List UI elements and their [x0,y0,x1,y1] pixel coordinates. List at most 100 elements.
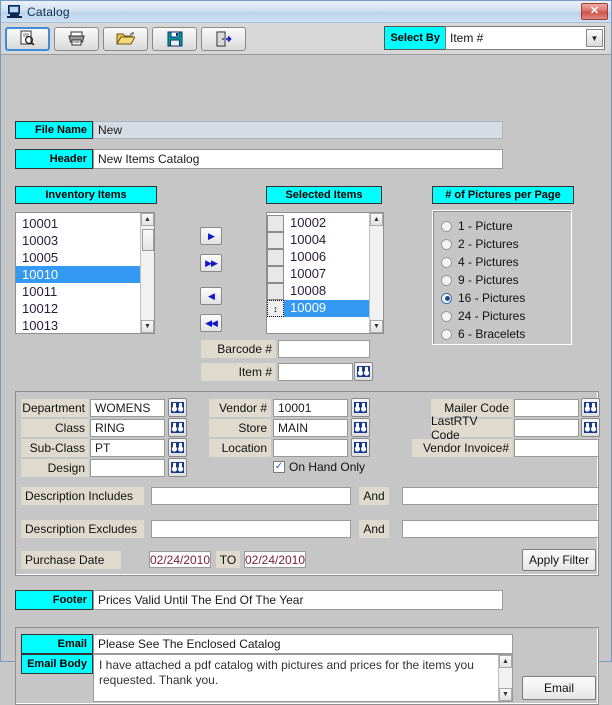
apply-filter-button[interactable]: Apply Filter [522,549,596,571]
department-field[interactable]: WOMENS [90,399,165,417]
inventory-items-list[interactable]: 10001 10003 10005 10010 10011 10012 10013 ▲ ▼ [15,212,155,334]
selected-list-item[interactable]: 10006 [267,249,383,266]
toolbar: Select By Item # ▼ [1,23,611,55]
barcode-field[interactable] [278,340,370,358]
radio-button-icon[interactable] [441,310,452,322]
inventory-list-item[interactable]: 10012 [16,300,154,317]
pictures-per-page-option-label: 4 - Pictures [458,255,519,269]
file-name-field[interactable]: New [93,121,503,139]
vendor-number-lookup-button[interactable] [351,398,370,417]
sub-class-field[interactable]: PT [90,439,165,457]
open-folder-icon [116,31,135,44]
binoculars-icon [354,422,367,433]
item-number-lookup-button[interactable] [354,362,373,381]
row-handle-icon[interactable] [267,232,284,249]
selected-list-item[interactable]: ↕ 10009 [267,300,383,317]
inventory-list-item[interactable]: 10011 [16,283,154,300]
radio-button-icon[interactable] [441,292,452,304]
store-lookup-button[interactable] [351,418,370,437]
pictures-per-page-option[interactable]: 1 - Picture [441,217,571,235]
inventory-scrollbar[interactable]: ▲ ▼ [140,213,154,333]
row-handle-icon[interactable] [267,283,284,300]
pictures-per-page-option[interactable]: 9 - Pictures [441,271,571,289]
open-button[interactable] [103,26,148,51]
exit-button[interactable] [201,26,246,51]
inventory-list-item[interactable]: 10005 [16,249,154,266]
email-body-field[interactable]: I have attached a pdf catalog with pictu… [93,654,513,702]
email-subject-field[interactable]: Please See The Enclosed Catalog [93,634,513,654]
radio-button-icon[interactable] [441,238,452,250]
purchase-date-to-field[interactable]: 02/24/2010 [244,551,306,568]
class-lookup-button[interactable] [168,418,187,437]
selected-list-item[interactable]: 10004 [267,232,383,249]
sub-class-lookup-button[interactable] [168,438,187,457]
binoculars-icon [171,442,184,453]
transfer-button-group: ▶ ▶▶ ◀ ◀◀ [200,227,222,332]
inventory-list-item[interactable]: 10010 [16,266,154,283]
selected-list-item[interactable]: 10007 [267,266,383,283]
store-field[interactable]: MAIN [273,419,348,437]
chevron-down-icon[interactable]: ▼ [586,29,603,47]
class-field[interactable]: RING [90,419,165,437]
row-handle-icon[interactable] [267,215,284,232]
pictures-per-page-option[interactable]: 2 - Pictures [441,235,571,253]
vendor-invoice-label: Vendor Invoice# [412,439,513,457]
design-lookup-button[interactable] [168,458,187,477]
store-label: Store [209,419,271,437]
print-button[interactable] [54,26,99,51]
header-field[interactable]: New Items Catalog [93,149,503,169]
move-all-right-button[interactable]: ▶▶ [200,254,222,272]
scroll-thumb[interactable] [142,229,154,251]
radio-button-icon[interactable] [441,256,452,268]
inventory-list-item[interactable]: 10013 [16,317,154,333]
vendor-invoice-field[interactable] [514,439,599,457]
radio-button-icon[interactable] [441,220,452,232]
scroll-down-icon[interactable]: ▼ [370,320,383,333]
drag-handle-icon[interactable]: ↕ [267,300,284,317]
pictures-per-page-option[interactable]: 4 - Pictures [441,253,571,271]
email-button[interactable]: Email [522,676,596,700]
mailer-code-field[interactable] [514,399,579,417]
inventory-list-item[interactable]: 10003 [16,232,154,249]
binoculars-icon [171,422,184,433]
design-field[interactable] [90,459,165,477]
move-all-left-button[interactable]: ◀◀ [200,314,222,332]
description-includes-field-2[interactable] [402,487,599,505]
pictures-per-page-option[interactable]: 6 - Bracelets [441,325,571,343]
description-excludes-field-1[interactable] [151,520,351,538]
inventory-list-item[interactable]: 10001 [16,215,154,232]
item-number-field[interactable] [278,363,353,381]
row-handle-icon[interactable] [267,249,284,266]
description-includes-field-1[interactable] [151,487,351,505]
vendor-number-field[interactable]: 10001 [273,399,348,417]
scroll-down-icon[interactable]: ▼ [499,688,512,701]
lastrtv-code-field[interactable] [514,419,579,437]
pictures-per-page-option[interactable]: 16 - Pictures [441,289,571,307]
radio-button-icon[interactable] [441,274,452,286]
scroll-down-icon[interactable]: ▼ [141,320,154,333]
scroll-up-icon[interactable]: ▲ [370,213,383,226]
description-excludes-field-2[interactable] [402,520,599,538]
close-button[interactable]: ✕ [581,3,608,20]
print-preview-button[interactable] [5,26,50,51]
move-left-button[interactable]: ◀ [200,287,222,305]
purchase-date-from-field[interactable]: 02/24/2010 [149,551,211,568]
row-handle-icon[interactable] [267,266,284,283]
lastrtv-code-lookup-button[interactable] [581,418,600,437]
footer-field[interactable]: Prices Valid Until The End Of The Year [93,590,503,610]
selected-scrollbar[interactable]: ▲ ▼ [369,213,383,333]
mailer-code-lookup-button[interactable] [581,398,600,417]
save-button[interactable] [152,26,197,51]
move-right-button[interactable]: ▶ [200,227,222,245]
department-lookup-button[interactable] [168,398,187,417]
selected-items-list[interactable]: 10002 10004 10006 10007 10008 ↕ 10009 ▲ ▼ [266,212,384,334]
radio-button-icon[interactable] [441,328,452,340]
pictures-per-page-option[interactable]: 24 - Pictures [441,307,571,325]
selected-list-item[interactable]: 10002 [267,215,383,232]
on-hand-only-checkbox[interactable]: ✓ On Hand Only [273,460,365,474]
select-by-dropdown[interactable]: Item # ▼ [445,26,605,50]
location-lookup-button[interactable] [351,438,370,457]
scroll-up-icon[interactable]: ▲ [141,213,154,226]
location-field[interactable] [273,439,348,457]
selected-list-item[interactable]: 10008 [267,283,383,300]
